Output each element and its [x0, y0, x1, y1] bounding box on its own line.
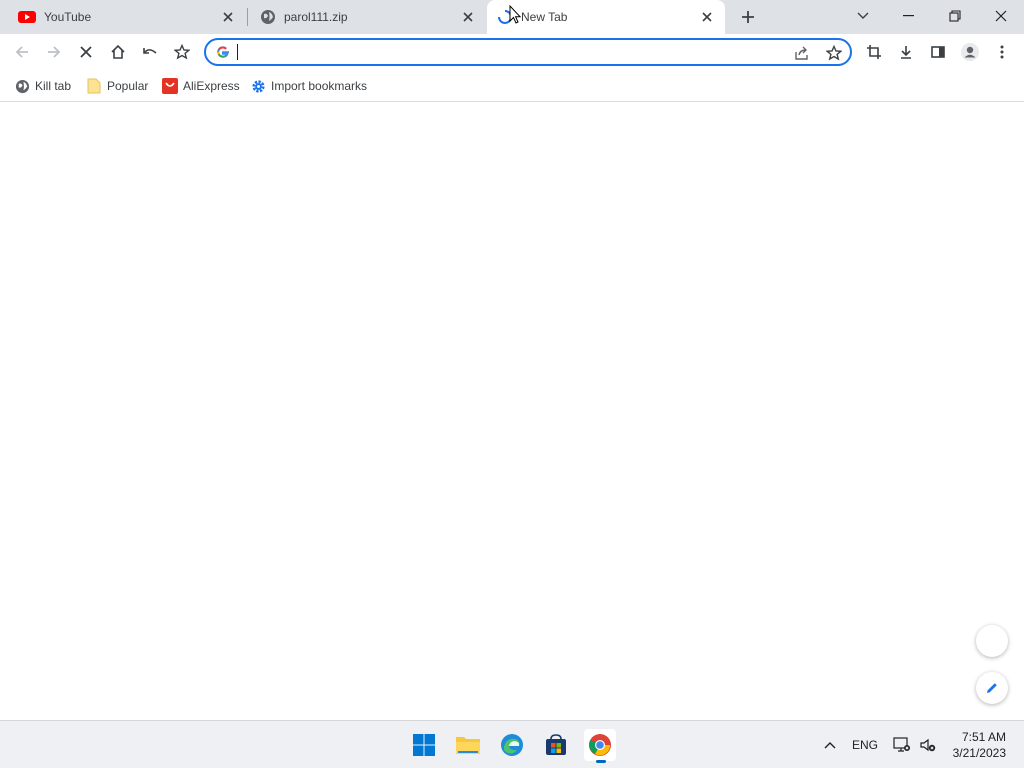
address-input[interactable]: [236, 44, 776, 62]
tab-title: parol111.zip: [284, 10, 348, 24]
stop-loading-button[interactable]: [72, 38, 100, 66]
restore-button[interactable]: [932, 0, 978, 32]
mouse-cursor: [509, 4, 522, 25]
close-icon[interactable]: [699, 9, 715, 25]
bookmark-kill-tab[interactable]: Kill tab: [14, 76, 71, 96]
share-icon[interactable]: [792, 43, 812, 63]
bookmark-popular[interactable]: Popular: [86, 76, 148, 96]
edit-pencil-button[interactable]: [976, 672, 1008, 704]
active-app-indicator: [596, 760, 606, 763]
minimize-button[interactable]: [886, 0, 932, 32]
tab-youtube[interactable]: YouTube: [8, 0, 246, 34]
bookmark-page-icon[interactable]: [824, 43, 844, 63]
tab-title: YouTube: [44, 10, 92, 24]
language-indicator[interactable]: ENG: [848, 721, 882, 768]
language-label: ENG: [851, 738, 878, 752]
undo-icon[interactable]: [136, 38, 164, 66]
close-icon[interactable]: [460, 9, 476, 25]
folder-icon: [86, 78, 102, 94]
gear-icon: [250, 78, 266, 94]
profile-avatar[interactable]: [956, 38, 984, 66]
forward-button[interactable]: [40, 38, 68, 66]
windows-start-icon[interactable]: [408, 729, 440, 761]
tray-overflow-chevron[interactable]: [818, 721, 842, 768]
globe-icon: [14, 78, 30, 94]
side-panel-icon[interactable]: [924, 38, 952, 66]
pencil-icon: [985, 681, 999, 695]
tab-search-button[interactable]: [840, 0, 886, 32]
tab-new-tab[interactable]: New Tab: [487, 0, 725, 34]
tab-parol111[interactable]: parol111.zip: [250, 0, 486, 34]
menu-kebab-icon[interactable]: [988, 38, 1016, 66]
bookmark-label: AliExpress: [183, 79, 240, 93]
store-icon[interactable]: [540, 729, 572, 761]
bookmark-import-bookmarks[interactable]: Import bookmarks: [250, 76, 367, 96]
floating-action-button[interactable]: [976, 625, 1008, 657]
bookmark-label: Import bookmarks: [271, 79, 368, 93]
clock-date: 3/21/2023: [952, 746, 1006, 760]
google-g-icon: [216, 45, 230, 59]
chrome-icon[interactable]: [584, 729, 616, 763]
taskbar: ENG 7:51 AM 3/21/2023: [0, 720, 1024, 768]
bookmarks-bar: Kill tab Popular AliExpress Import bookm…: [0, 70, 1024, 102]
close-icon[interactable]: [220, 9, 236, 25]
youtube-icon: [18, 10, 36, 24]
aliexpress-icon: [162, 78, 178, 94]
bookmark-label: Kill tab: [35, 79, 72, 93]
system-clock[interactable]: 7:51 AM 3/21/2023: [953, 729, 1006, 761]
file-explorer-icon[interactable]: [452, 729, 484, 761]
tab-title: New Tab: [521, 10, 568, 24]
back-button[interactable]: [8, 38, 36, 66]
clock-time: 7:51 AM: [961, 730, 1006, 744]
bookmark-label: Popular: [107, 79, 149, 93]
crop-icon[interactable]: [860, 38, 888, 66]
close-window-button[interactable]: [978, 0, 1024, 32]
page-content: [0, 103, 1024, 720]
browser-toolbar: [0, 34, 1024, 70]
edge-icon[interactable]: [496, 729, 528, 761]
download-icon[interactable]: [892, 38, 920, 66]
network-icon[interactable]: [890, 721, 914, 768]
home-button[interactable]: [104, 38, 132, 66]
omnibox[interactable]: [204, 38, 852, 66]
bookmark-star-button[interactable]: [168, 38, 196, 66]
new-tab-button[interactable]: [736, 5, 760, 29]
volume-muted-icon[interactable]: [916, 721, 940, 768]
tab-separator: [247, 8, 248, 26]
bookmark-aliexpress[interactable]: AliExpress: [162, 76, 240, 96]
text-cursor: [237, 44, 238, 60]
globe-icon: [260, 9, 276, 25]
